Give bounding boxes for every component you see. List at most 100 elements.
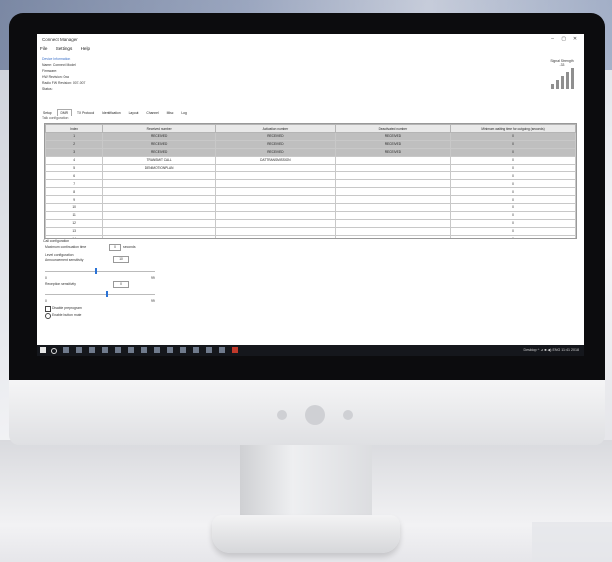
browser-icon[interactable] xyxy=(76,347,82,353)
table-cell[interactable]: 9 xyxy=(45,195,104,205)
table-cell[interactable] xyxy=(102,171,217,181)
table-cell[interactable]: RECEIVED xyxy=(215,147,336,157)
column-header[interactable]: Deactivated number xyxy=(334,124,452,133)
table-cell[interactable]: 2 xyxy=(45,139,104,149)
table-row[interactable]: 13 0 xyxy=(45,226,576,236)
table-cell[interactable] xyxy=(102,210,217,220)
table-cell[interactable]: DATTRANSMISSION xyxy=(215,155,336,165)
table-cell[interactable] xyxy=(102,203,217,212)
announcement-slider-track[interactable] xyxy=(45,271,155,272)
table-cell[interactable] xyxy=(215,187,336,197)
table-row[interactable]: 4 TRANSMIT CALL DATTRANSMISSION 0 xyxy=(45,155,576,165)
app-icon[interactable] xyxy=(167,347,173,353)
disable-preprogram-checkbox[interactable] xyxy=(45,306,51,312)
table-cell[interactable]: 11 xyxy=(45,210,104,220)
table-cell[interactable]: 10 xyxy=(45,203,104,212)
table-cell[interactable] xyxy=(334,155,452,165)
announcement-sensitivity-input[interactable]: 10 xyxy=(113,256,129,263)
table-cell[interactable]: TRANSMIT CALL xyxy=(102,155,217,165)
table-cell[interactable] xyxy=(334,203,452,212)
table-row[interactable]: 5 DENIMOTIONPLAN 0 xyxy=(45,163,576,173)
table-cell[interactable] xyxy=(102,218,217,228)
table-cell[interactable] xyxy=(102,234,217,238)
tab-tx-protocol[interactable]: TX Protocol xyxy=(74,110,97,116)
maximize-button[interactable]: ▢ xyxy=(559,36,569,42)
max-channel-input[interactable]: 0 xyxy=(109,244,121,251)
menu-settings[interactable]: Settings xyxy=(56,46,73,51)
minimize-button[interactable]: – xyxy=(547,36,557,42)
table-cell[interactable]: 7 xyxy=(45,179,104,189)
table-row[interactable]: 140 xyxy=(45,234,576,238)
windows-start-icon[interactable] xyxy=(40,347,46,353)
table-cell[interactable] xyxy=(215,210,336,220)
table-cell[interactable]: RECEIVED xyxy=(215,132,336,141)
folder-icon[interactable] xyxy=(89,347,95,353)
column-header[interactable]: Minimum waiting time for outgoing (secon… xyxy=(450,124,576,133)
app-icon[interactable] xyxy=(232,347,238,353)
table-cell[interactable]: 12 xyxy=(45,218,104,228)
table-cell[interactable] xyxy=(102,226,217,236)
table-cell[interactable] xyxy=(334,163,452,173)
table-cell[interactable]: 0 xyxy=(450,218,576,228)
system-tray[interactable]: Desktop ^ ⊿ ■ ◀) ENG 11:41 2018 xyxy=(523,348,579,352)
table-cell[interactable] xyxy=(215,195,336,205)
column-header[interactable]: Received number xyxy=(102,124,217,133)
table-cell[interactable]: 0 xyxy=(450,187,576,197)
table-cell[interactable] xyxy=(215,234,336,238)
table-cell[interactable]: RECEIVED xyxy=(215,139,336,149)
table-cell[interactable] xyxy=(215,203,336,212)
table-cell[interactable] xyxy=(215,163,336,173)
app-icon[interactable] xyxy=(219,347,225,353)
table-row[interactable]: 90 xyxy=(45,195,576,205)
table-row[interactable]: 12 0 xyxy=(45,218,576,228)
tab-layout[interactable]: Layout xyxy=(126,110,142,116)
menu-file[interactable]: File xyxy=(40,46,47,51)
tab-channel[interactable]: Channel xyxy=(143,110,161,116)
table-cell[interactable] xyxy=(334,210,452,220)
table-row[interactable]: 2 RECEIVED RECEIVED RECEIVED 0 xyxy=(45,139,576,149)
app-icon[interactable] xyxy=(154,347,160,353)
table-cell[interactable]: RECEIVED xyxy=(102,132,217,141)
table-cell[interactable]: 0 xyxy=(450,195,576,205)
enable-mute-radio[interactable] xyxy=(45,313,51,319)
table-row[interactable]: 80 xyxy=(45,187,576,197)
table-cell[interactable]: 0 xyxy=(450,234,576,238)
table-row[interactable]: 11 0 xyxy=(45,210,576,220)
table-cell[interactable]: 13 xyxy=(45,226,104,236)
table-row[interactable]: 3 RECEIVED RECEIVED RECEIVED 0 xyxy=(45,147,576,157)
table-cell[interactable]: RECEIVED xyxy=(102,139,217,149)
reception-slider-track[interactable] xyxy=(45,294,155,295)
task-view-icon[interactable] xyxy=(63,347,69,353)
reception-sensitivity-input[interactable]: 0 xyxy=(113,281,129,288)
menu-help[interactable]: Help xyxy=(81,46,90,51)
table-cell[interactable]: 0 xyxy=(450,139,576,149)
announcement-slider-thumb[interactable] xyxy=(94,268,97,274)
app-icon[interactable] xyxy=(141,347,147,353)
table-row[interactable]: 70 xyxy=(45,179,576,189)
table-cell[interactable]: RECEIVED xyxy=(102,147,217,157)
table-cell[interactable] xyxy=(334,171,452,181)
table-cell[interactable] xyxy=(215,218,336,228)
app-icon[interactable] xyxy=(128,347,134,353)
table-cell[interactable] xyxy=(334,226,452,236)
table-cell[interactable]: 0 xyxy=(450,132,576,141)
table-cell[interactable] xyxy=(334,187,452,197)
tab-identification[interactable]: Identification xyxy=(99,110,124,116)
table-cell[interactable]: 0 xyxy=(450,179,576,189)
table-cell[interactable] xyxy=(334,234,452,238)
table-cell[interactable] xyxy=(102,187,217,197)
search-icon[interactable] xyxy=(51,348,57,354)
tab-misc[interactable]: Misc xyxy=(164,110,177,116)
table-cell[interactable]: 0 xyxy=(450,210,576,220)
table-cell[interactable]: DENIMOTIONPLAN xyxy=(102,163,217,173)
data-grid[interactable]: Index Received number Activation number … xyxy=(44,123,577,239)
table-cell[interactable]: 1 xyxy=(45,132,104,141)
table-cell[interactable]: 0 xyxy=(450,203,576,212)
table-cell[interactable]: 0 xyxy=(450,147,576,157)
app-icon[interactable] xyxy=(206,347,212,353)
table-cell[interactable] xyxy=(334,218,452,228)
table-cell[interactable] xyxy=(334,179,452,189)
table-row[interactable]: 60 xyxy=(45,171,576,181)
table-cell[interactable]: 3 xyxy=(45,147,104,157)
table-cell[interactable]: 0 xyxy=(450,155,576,165)
